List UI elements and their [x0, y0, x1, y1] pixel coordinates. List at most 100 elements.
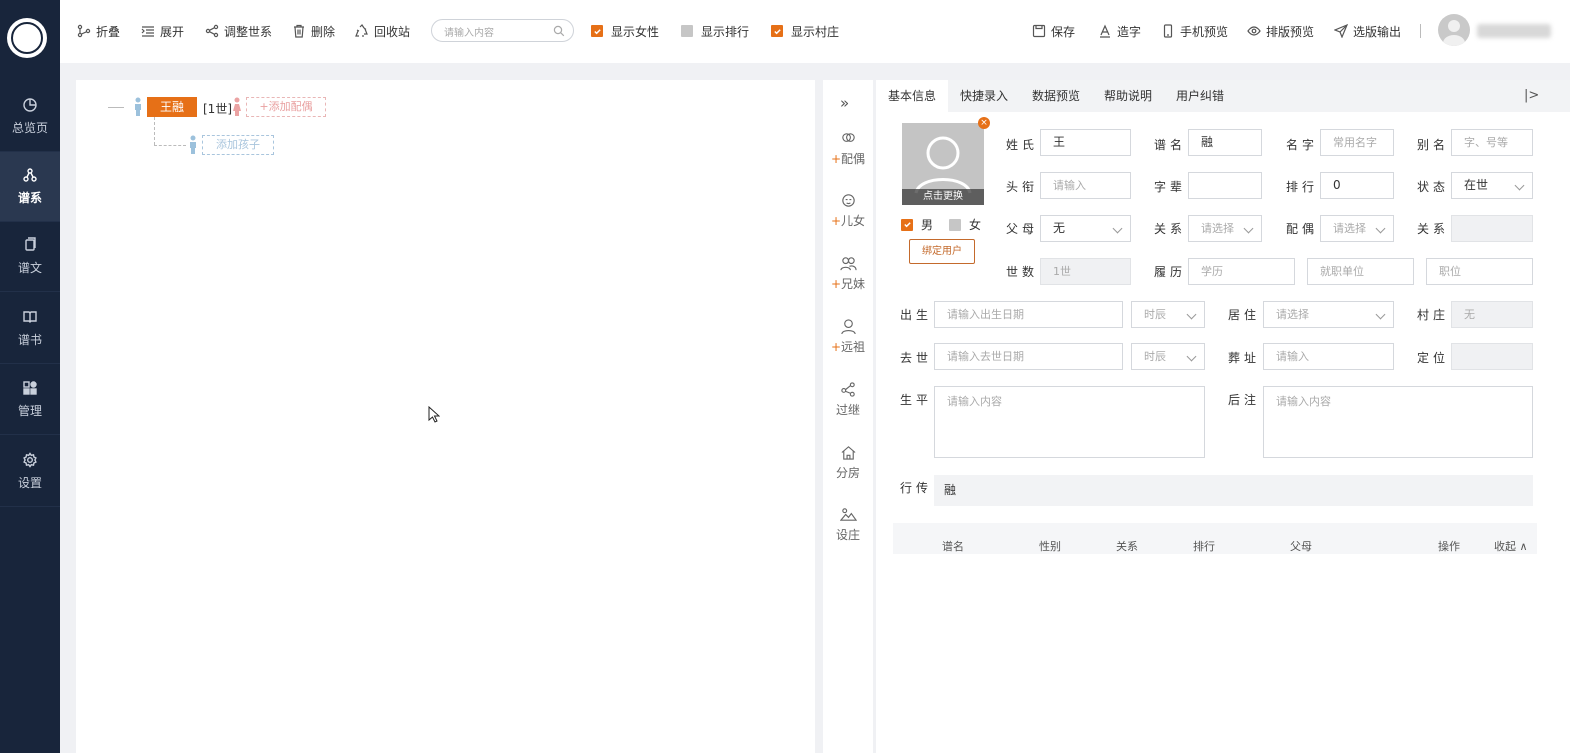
pu-name-field[interactable]: 融: [1188, 129, 1262, 156]
adjust-lineage-button[interactable]: 调整世系: [205, 22, 272, 40]
show-rank-checkbox[interactable]: 显示排行: [681, 22, 749, 40]
status-select[interactable]: 在世: [1451, 172, 1533, 199]
chevron-down-icon: [1243, 223, 1254, 234]
alias-field[interactable]: 字、号等: [1451, 129, 1533, 156]
delete-button[interactable]: 删除: [292, 22, 335, 40]
sidebar-item-overview[interactable]: 总览页: [0, 82, 60, 152]
remove-photo-icon[interactable]: ×: [978, 117, 990, 129]
phone-icon: [1163, 24, 1173, 38]
eye-icon: [1247, 26, 1261, 36]
change-photo-button[interactable]: 点击更换: [902, 189, 984, 205]
set-village-action[interactable]: 设庄: [823, 506, 873, 543]
sidebar-item-book[interactable]: 谱书: [0, 294, 60, 364]
generation-label: 世数: [1006, 265, 1039, 279]
sidebar-item-settings[interactable]: 设置: [0, 437, 60, 507]
zibei-field[interactable]: [1188, 172, 1262, 199]
collapse-panel-icon[interactable]: |>: [1524, 88, 1539, 103]
birth-hour-select[interactable]: 时辰: [1131, 301, 1205, 328]
output-button[interactable]: 选版输出: [1334, 22, 1401, 40]
add-child-action[interactable]: +儿女: [823, 192, 873, 229]
postscript-textarea[interactable]: 请输入内容: [1263, 386, 1533, 458]
chevron-down-icon: [1514, 180, 1525, 191]
tab-help[interactable]: 帮助说明: [1092, 80, 1164, 112]
app-logo[interactable]: [7, 18, 47, 58]
tab-basic-info[interactable]: 基本信息: [876, 80, 948, 112]
chevron-down-icon: [1186, 309, 1197, 320]
sidebar-item-manage[interactable]: 管理: [0, 365, 60, 435]
layout-preview-button[interactable]: 排版预览: [1247, 22, 1314, 40]
employer-field[interactable]: 就职单位: [1307, 258, 1414, 285]
given-name-field[interactable]: 常用名字: [1320, 129, 1394, 156]
birth-date-field[interactable]: 请输入出生日期: [934, 301, 1123, 328]
collapse-button[interactable]: 折叠: [77, 22, 120, 40]
create-char-button[interactable]: 造字: [1098, 22, 1141, 40]
add-child-button[interactable]: 添加孩子: [202, 135, 274, 155]
adopt-icon: [840, 382, 855, 397]
gender-female-radio[interactable]: 女: [949, 216, 981, 233]
parents-select[interactable]: 无: [1040, 215, 1131, 242]
tab-data-preview[interactable]: 数据预览: [1020, 80, 1092, 112]
status-label: 状态: [1417, 180, 1450, 194]
recycle-bin-button[interactable]: 回收站: [355, 22, 410, 40]
user-avatar[interactable]: [1438, 14, 1470, 46]
avatar-person-icon: [1443, 20, 1465, 46]
tab-quick-entry[interactable]: 快捷录入: [948, 80, 1020, 112]
expand-button[interactable]: 展开: [141, 22, 184, 40]
collapse-table-button[interactable]: 收起 ∧: [1494, 538, 1528, 554]
surname-field[interactable]: 王: [1040, 129, 1131, 156]
sidebar-item-pedigree[interactable]: 谱系: [0, 152, 60, 222]
portrait-photo[interactable]: 点击更换: [902, 123, 984, 205]
add-sibling-action[interactable]: +兄妹: [823, 255, 873, 292]
branch-house-action[interactable]: 分房: [823, 444, 873, 481]
family-tree-icon: [23, 168, 37, 182]
death-date-field[interactable]: 请输入去世日期: [934, 343, 1123, 370]
burial-field[interactable]: 请输入: [1263, 343, 1394, 370]
biography-textarea[interactable]: 请输入内容: [934, 386, 1205, 458]
male-person-icon: [190, 135, 196, 154]
village-field: 无: [1451, 301, 1533, 328]
document-icon: [25, 237, 36, 251]
pedigree-tree-canvas[interactable]: 王融 [1世] +添加配偶 添加孩子: [76, 80, 815, 753]
tree-node-root[interactable]: 王融: [147, 97, 197, 117]
mobile-preview-button[interactable]: 手机预览: [1161, 22, 1228, 40]
residence-select[interactable]: 请选择: [1263, 301, 1394, 328]
expand-panel-icon[interactable]: »: [840, 94, 849, 112]
adopt-action[interactable]: 过继: [823, 381, 873, 418]
spouse-select[interactable]: 请选择: [1320, 215, 1394, 242]
add-spouse-button[interactable]: +添加配偶: [246, 97, 326, 117]
add-ancestor-action[interactable]: +远祖: [823, 318, 873, 355]
column-relation: 关系: [1116, 540, 1138, 553]
chevron-up-icon: ∧: [1519, 540, 1528, 553]
village-icon: [839, 508, 857, 521]
column-rank: 排行: [1193, 540, 1215, 553]
relation-select[interactable]: 请选择: [1188, 215, 1262, 242]
show-female-checkbox[interactable]: 显示女性: [591, 22, 659, 40]
gender-male-radio[interactable]: 男: [901, 216, 933, 233]
tab-user-correction[interactable]: 用户纠错: [1164, 80, 1236, 112]
surname-label: 姓氏: [1006, 138, 1039, 152]
save-button[interactable]: 保存: [1032, 22, 1075, 40]
checkbox-checked-icon: [771, 25, 783, 37]
send-icon: [1334, 24, 1348, 38]
search-icon[interactable]: [553, 25, 565, 37]
relation-label: 关系: [1154, 222, 1187, 236]
spouse-icon: [841, 133, 855, 142]
spouse-relation-field: [1451, 215, 1533, 242]
zibei-label: 字辈: [1154, 180, 1187, 194]
bind-user-button[interactable]: 绑定用户: [909, 239, 975, 264]
death-hour-select[interactable]: 时辰: [1131, 343, 1205, 370]
sidebar-item-article[interactable]: 谱文: [0, 222, 60, 292]
position-field[interactable]: 职位: [1426, 258, 1533, 285]
rank-field[interactable]: 0: [1320, 172, 1394, 199]
column-actions: 操作: [1438, 540, 1460, 553]
show-village-checkbox[interactable]: 显示村庄: [771, 22, 839, 40]
add-spouse-action[interactable]: +配偶: [823, 130, 873, 167]
title-field[interactable]: 请输入: [1040, 172, 1131, 199]
death-label: 去世: [900, 351, 933, 365]
chevron-down-icon: [1375, 223, 1386, 234]
postscript-label: 后注: [1228, 393, 1261, 407]
search-input[interactable]: 请输入内容: [431, 19, 574, 42]
locate-field: [1451, 343, 1533, 370]
education-field[interactable]: 学历: [1188, 258, 1295, 285]
tree-connector: [108, 107, 124, 108]
